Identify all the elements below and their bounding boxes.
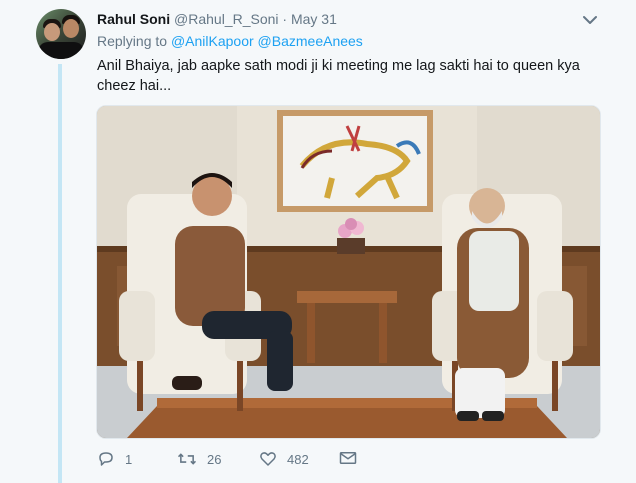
separator: · [282, 11, 288, 27]
replying-to-label: Replying to [97, 33, 168, 49]
reply-icon[interactable] [97, 450, 115, 468]
avatar-face [44, 23, 60, 41]
mention-link[interactable]: @BazmeeAnees [258, 33, 363, 49]
tweet[interactable]: Rahul Soni @Rahul_R_Soni · May 31 Replyi… [0, 0, 636, 483]
thread-line [58, 64, 62, 483]
direct-message-icon[interactable] [339, 450, 357, 466]
tweet-text: Anil Bhaiya, jab aapke sath modi ji ki m… [97, 58, 580, 94]
direct-message-action[interactable] [339, 450, 357, 466]
author-name[interactable]: Rahul Soni [97, 11, 170, 27]
mention-link[interactable]: @AnilKapoor [171, 33, 254, 49]
like-icon[interactable] [259, 450, 277, 468]
retweet-icon[interactable] [177, 450, 197, 468]
chevron-down-icon[interactable] [583, 12, 597, 24]
avatar-face [63, 19, 79, 38]
retweet-action[interactable]: 26 [177, 450, 221, 468]
tweet-actions: 1 26 482 [97, 450, 397, 472]
replying-to: Replying to @AnilKapoor @BazmeeAnees [97, 33, 363, 49]
tweet-header: Rahul Soni @Rahul_R_Soni · May 31 [97, 10, 337, 28]
retweet-count: 26 [207, 451, 222, 467]
avatar[interactable] [36, 9, 86, 59]
like-action[interactable]: 482 [259, 450, 309, 468]
reply-action[interactable]: 1 [97, 450, 132, 468]
avatar-body [38, 42, 84, 59]
author-handle[interactable]: @Rahul_R_Soni [174, 11, 279, 27]
like-count: 482 [287, 451, 309, 467]
tweet-date[interactable]: May 31 [291, 11, 337, 27]
tweet-photo[interactable] [96, 105, 601, 439]
reply-count: 1 [125, 451, 133, 467]
